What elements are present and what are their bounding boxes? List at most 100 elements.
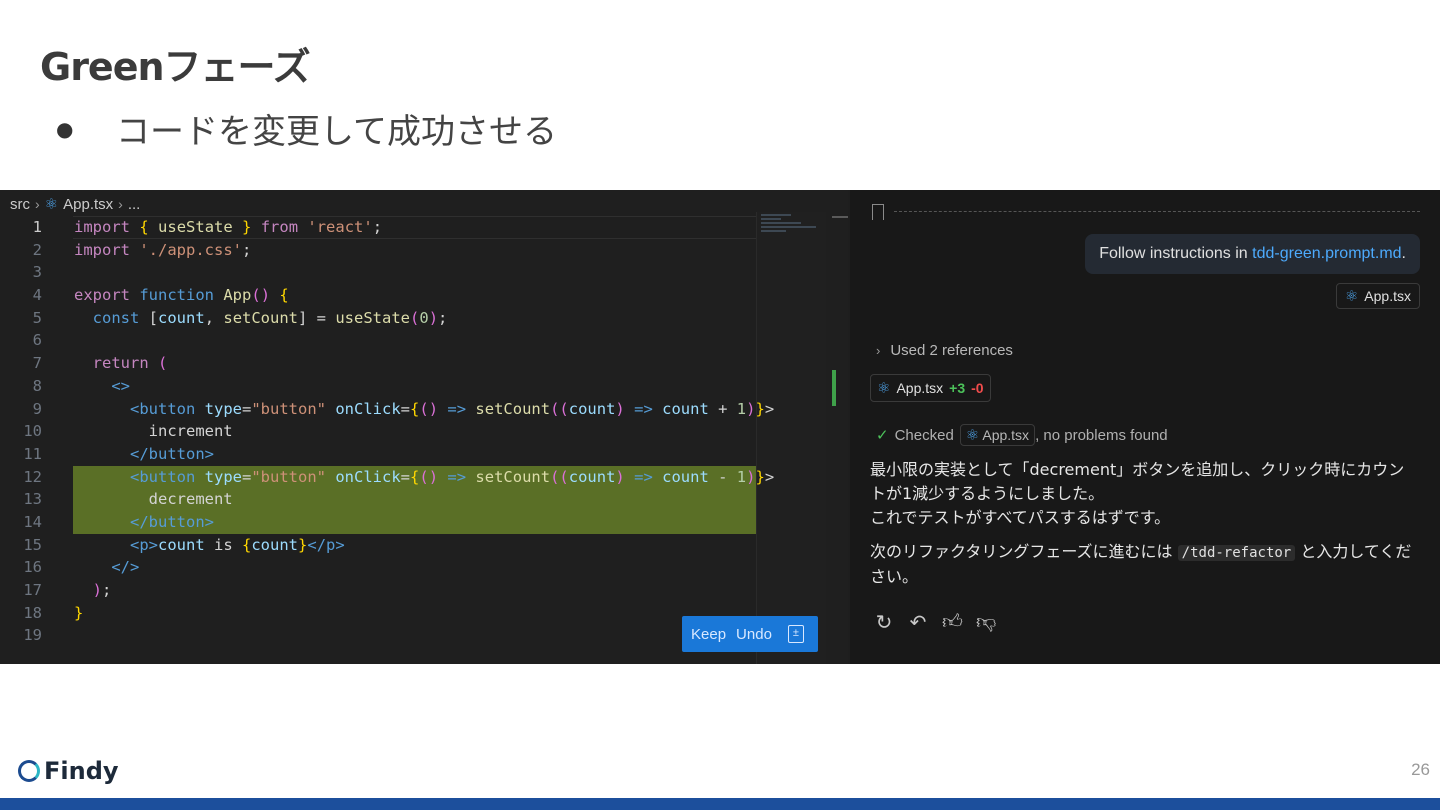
checked-suffix: , no problems found — [1035, 426, 1168, 444]
line-number: 18 — [23, 603, 42, 622]
findy-logo-icon — [18, 760, 40, 782]
line-number: 15 — [23, 535, 42, 554]
retry-icon[interactable]: ↻ — [874, 610, 894, 635]
code-line[interactable]: 17 ); — [0, 579, 756, 602]
response-actions: ↻ ↶ 👍︎ 👎︎ — [874, 610, 997, 635]
code-line[interactable]: 13 decrement — [0, 488, 756, 511]
attached-file-name: App.tsx — [1364, 288, 1411, 304]
minimap-line — [761, 214, 791, 216]
chevron-right-icon: › — [35, 196, 40, 212]
code-area[interactable]: 1 import { useState } from 'react'; 2 impor… — [0, 216, 775, 647]
code-line[interactable]: 18} — [0, 602, 756, 625]
prompt-file-link[interactable]: tdd-green.prompt.md — [1252, 245, 1401, 262]
code-line[interactable]: 4 export function App() { — [0, 284, 756, 307]
bullet-text: コードを変更して成功させる — [116, 112, 557, 152]
lines-added: +3 — [949, 380, 966, 396]
user-message-text: Follow instructions in — [1099, 245, 1253, 262]
code-line[interactable]: 8 <> — [0, 375, 756, 398]
code-text: const [count, setCount] = useState(0); — [92, 308, 448, 327]
footer-bar — [0, 798, 1440, 810]
ide-screenshot: src › ⚛ App.tsx › ... 1 import { useState… — [0, 190, 1440, 664]
line-number: 14 — [23, 512, 42, 531]
code-line[interactable]: 7 return ( — [0, 352, 756, 375]
code-line[interactable]: 1 import { useState } from 'react'; — [0, 216, 756, 239]
line-number: 4 — [32, 286, 42, 305]
code-text: export function App() { — [74, 286, 289, 305]
line-number: 2 — [32, 240, 42, 259]
line-number: 7 — [32, 354, 42, 373]
brand-logo: Findy — [18, 757, 119, 785]
chevron-right-icon: › — [876, 343, 881, 358]
checked-file-chip[interactable]: ⚛ App.tsx — [959, 424, 1036, 446]
thumbs-up-icon[interactable]: 👍︎ — [942, 610, 963, 635]
code-line[interactable]: 11 </button> — [0, 443, 756, 466]
breadcrumb-folder[interactable]: src — [10, 196, 30, 213]
react-icon: ⚛ — [44, 196, 59, 213]
code-text: import { useState } from 'react'; — [74, 218, 383, 236]
code-text: </> — [111, 558, 140, 577]
changed-file-chip[interactable]: ⚛ App.tsx +3 -0 — [870, 374, 991, 402]
keep-undo-bar: Keep Undo ± — [682, 616, 818, 652]
breadcrumb: src › ⚛ App.tsx › ... — [10, 194, 140, 214]
code-text: </button> — [130, 512, 214, 531]
thumbs-down-icon[interactable]: 👎︎ — [976, 610, 996, 635]
slide-title: Greenフェーズ — [40, 45, 311, 89]
attached-file-chip[interactable]: ⚛ App.tsx — [1335, 283, 1420, 309]
code-line[interactable]: 10 increment — [0, 420, 756, 443]
line-number: 9 — [32, 399, 42, 418]
breadcrumb-file[interactable]: App.tsx — [63, 196, 113, 213]
code-line[interactable]: 15 <p>count is {count}</p> — [0, 534, 756, 557]
minimap-line — [761, 218, 781, 220]
bullet-item: ● コードを変更して成功させる — [56, 104, 557, 153]
line-number: 11 — [23, 444, 42, 463]
command-chip: /tdd-refactor — [1177, 545, 1296, 561]
page-number: 26 — [1411, 760, 1430, 779]
references-label: Used 2 references — [890, 342, 1013, 359]
code-line[interactable]: 14 </button> — [0, 510, 756, 534]
minimap[interactable] — [756, 212, 826, 664]
react-icon: ⚛ — [1344, 288, 1359, 305]
code-line[interactable]: 16 </> — [0, 556, 756, 579]
code-line[interactable]: 12 <button type="button" onClick={() => … — [0, 465, 774, 489]
react-icon: ⚛ — [965, 427, 980, 444]
checked-file-name: App.tsx — [982, 427, 1030, 443]
line-number: 10 — [23, 422, 42, 441]
minimap-line — [761, 230, 786, 232]
code-line[interactable]: 5 const [count, setCount] = useState(0); — [0, 307, 756, 330]
react-icon: ⚛ — [877, 380, 891, 397]
user-message: Follow instructions in tdd-green.prompt.… — [1085, 234, 1420, 274]
line-number: 13 — [23, 490, 42, 509]
breadcrumb-more[interactable]: ... — [128, 196, 141, 213]
code-text: increment — [74, 422, 233, 441]
user-message-suffix: . — [1401, 245, 1406, 262]
line-number: 5 — [32, 308, 42, 327]
references-toggle[interactable]: › Used 2 references — [876, 342, 1013, 359]
code-text: return ( — [92, 354, 168, 373]
chat-panel: Follow instructions in tdd-green.prompt.… — [850, 190, 1440, 664]
keep-button[interactable]: Keep — [691, 626, 726, 643]
scrollbar[interactable] — [826, 212, 848, 664]
line-number: 1 — [32, 218, 42, 236]
code-line[interactable]: 2 import './app.css'; — [0, 239, 756, 262]
undo-button[interactable]: Undo — [736, 626, 772, 643]
minimap-line — [761, 222, 801, 224]
diff-icon[interactable]: ± — [787, 625, 804, 643]
bookmark-icon[interactable] — [872, 204, 884, 220]
code-line[interactable]: 6 — [0, 329, 756, 352]
divider — [894, 211, 1420, 212]
code-editor: src › ⚛ App.tsx › ... 1 import { useState… — [0, 190, 848, 664]
changed-file-name: App.tsx — [896, 380, 944, 396]
checked-label: Checked — [894, 426, 954, 444]
chevron-right-icon: › — [118, 196, 123, 212]
lines-removed: -0 — [971, 380, 984, 396]
code-line[interactable]: 19 — [0, 624, 756, 647]
code-line[interactable]: 3 — [0, 261, 756, 284]
code-text: </button> — [130, 444, 214, 463]
code-text: <p>count is {count}</p> — [130, 535, 345, 554]
code-line[interactable]: 9 <button type="button" onClick={() => s… — [0, 398, 775, 421]
code-text: ); — [92, 581, 112, 599]
line-number: 17 — [23, 581, 42, 599]
response-line-2: これでテストがすべてパスするはずです。 — [870, 508, 1171, 527]
undo-icon[interactable]: ↶ — [908, 610, 928, 635]
assistant-response: 最小限の実装として「decrement」ボタンを追加し、クリック時にカウントが1… — [870, 458, 1420, 599]
